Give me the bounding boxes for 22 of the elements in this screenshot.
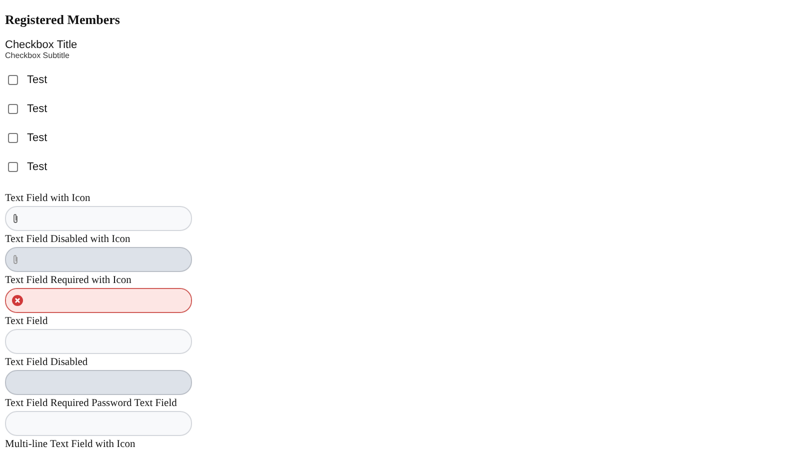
field-label: Text Field Required with Icon bbox=[5, 274, 132, 287]
checkbox[interactable] bbox=[8, 133, 18, 143]
error-icon bbox=[12, 295, 23, 306]
field-label: Text Field with Icon bbox=[5, 192, 90, 205]
paperclip-icon bbox=[12, 254, 19, 265]
checkbox-label[interactable]: Test bbox=[27, 132, 48, 144]
checkbox-group-subtitle: Checkbox Subtitle bbox=[5, 51, 70, 60]
checkbox-group-title: Checkbox Title bbox=[5, 39, 78, 51]
field-label: Text Field Disabled with Icon bbox=[5, 233, 130, 246]
field-label: Multi-line Text Field with Icon bbox=[5, 438, 136, 450]
page-title: Registered Members bbox=[5, 12, 120, 28]
checkbox[interactable] bbox=[8, 162, 18, 172]
checkbox-label[interactable]: Test bbox=[27, 74, 48, 86]
field-label: Text Field Disabled bbox=[5, 356, 88, 369]
field-label: Text Field bbox=[5, 315, 48, 328]
checkbox-label[interactable]: Test bbox=[27, 103, 48, 115]
checkbox[interactable] bbox=[8, 75, 18, 85]
checkbox-label[interactable]: Test bbox=[27, 161, 48, 173]
text-field[interactable] bbox=[5, 288, 192, 313]
field-label: Text Field Required Password Text Field bbox=[5, 397, 177, 410]
checkbox[interactable] bbox=[8, 104, 18, 114]
paperclip-icon bbox=[12, 213, 19, 224]
